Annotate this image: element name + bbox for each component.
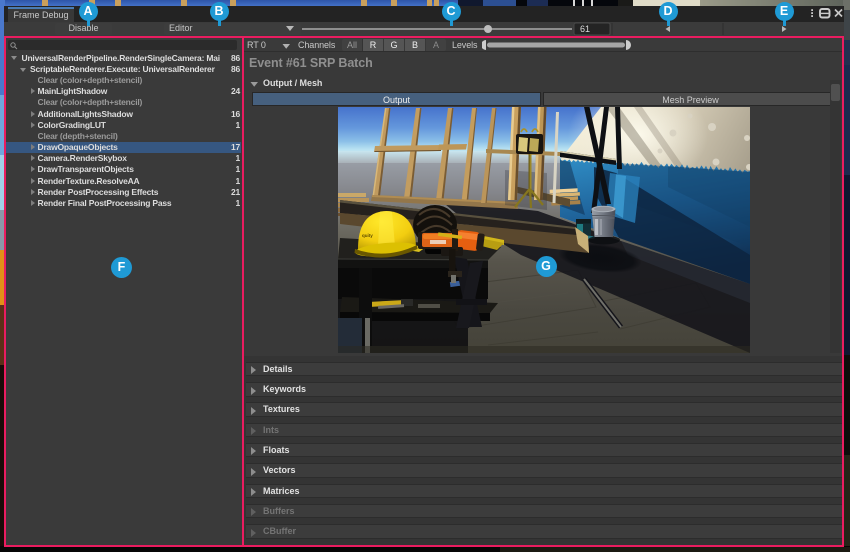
svg-text:61: 61 <box>580 24 590 34</box>
svg-text:quity: quity <box>362 233 373 238</box>
